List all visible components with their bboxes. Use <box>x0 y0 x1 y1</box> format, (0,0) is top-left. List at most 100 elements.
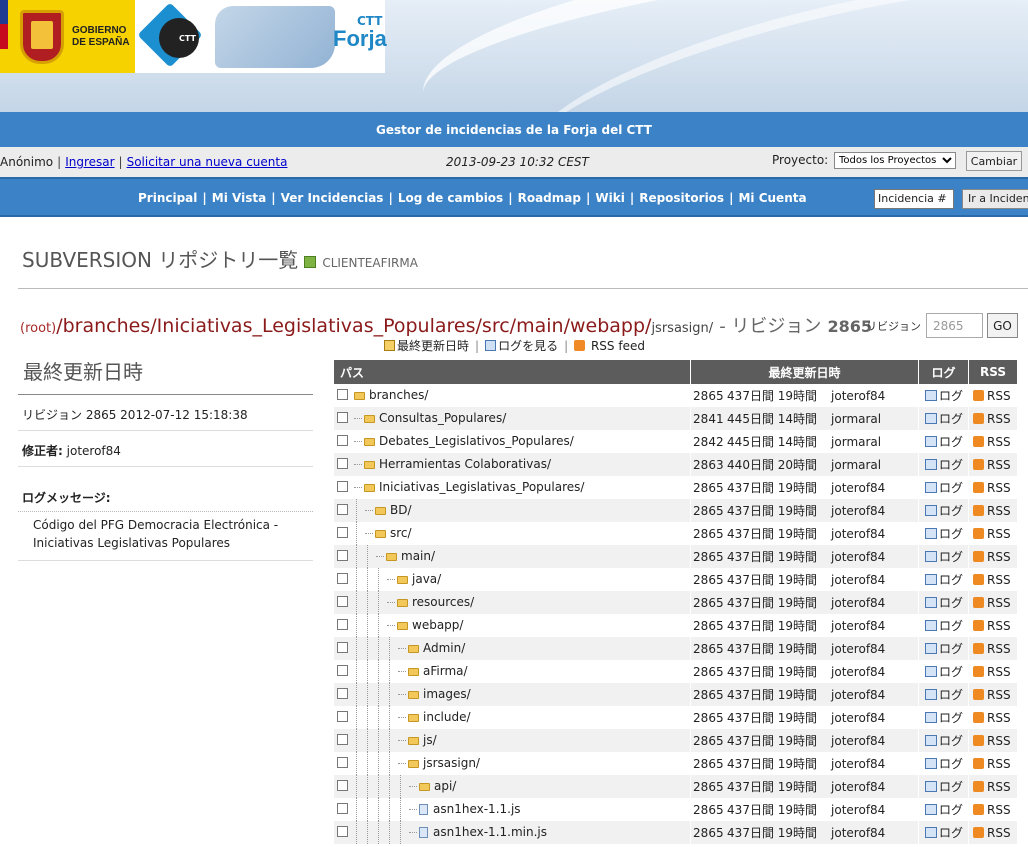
log-cell[interactable]: ログ <box>918 476 969 499</box>
row-checkbox[interactable] <box>337 412 348 423</box>
revision-link[interactable]: 2865 <box>693 826 727 840</box>
row-checkbox[interactable] <box>337 826 348 837</box>
revision-link[interactable]: 2865 <box>693 642 727 656</box>
log-cell[interactable]: ログ <box>918 591 969 614</box>
log-cell[interactable]: ログ <box>918 522 969 545</box>
nav-item-mi-cuenta[interactable]: Mi Cuenta <box>738 191 806 205</box>
path-link[interactable]: api/ <box>434 779 456 793</box>
revision-link[interactable]: 2865 <box>693 619 727 633</box>
path-link[interactable]: images/ <box>423 687 471 701</box>
rss-cell[interactable]: RSS <box>968 407 1019 430</box>
path-link[interactable]: resources/ <box>412 595 474 609</box>
last-modified-link[interactable]: 最終更新日時 <box>397 339 469 353</box>
revision-link[interactable]: 2865 <box>693 665 727 679</box>
revision-link[interactable]: 2865 <box>693 688 727 702</box>
rss-cell[interactable]: RSS <box>968 499 1019 522</box>
log-link[interactable]: ログ <box>939 504 963 518</box>
path-link[interactable]: Admin/ <box>423 641 465 655</box>
log-link[interactable]: ログ <box>939 665 963 679</box>
breadcrumb-webapp[interactable]: webapp <box>570 315 645 337</box>
log-link[interactable]: ログ <box>939 688 963 702</box>
rss-cell[interactable]: RSS <box>968 637 1019 660</box>
row-checkbox[interactable] <box>337 573 348 584</box>
log-cell[interactable]: ログ <box>918 821 969 844</box>
revision-link[interactable]: 2865 <box>693 481 727 495</box>
revision-link[interactable]: 2863 <box>693 458 727 472</box>
revision-link[interactable]: 2865 <box>693 780 727 794</box>
revision-link[interactable]: 2842 <box>693 435 727 449</box>
path-link[interactable]: src/ <box>390 526 412 540</box>
go-to-issue-button[interactable]: Ir a Incidencia <box>962 189 1028 209</box>
row-checkbox[interactable] <box>337 711 348 722</box>
nav-item-mi-vista[interactable]: Mi Vista <box>212 191 266 205</box>
rss-cell[interactable]: RSS <box>968 568 1019 591</box>
rss-cell[interactable]: RSS <box>968 706 1019 729</box>
path-link[interactable]: asn1hex-1.1.min.js <box>433 825 547 839</box>
revision-input[interactable]: 2865 <box>926 313 983 338</box>
rss-cell[interactable]: RSS <box>968 683 1019 706</box>
path-link[interactable]: Herramientas Colaborativas/ <box>379 457 551 471</box>
path-link[interactable]: BD/ <box>390 503 412 517</box>
log-link[interactable]: ログ <box>939 711 963 725</box>
row-checkbox[interactable] <box>337 481 348 492</box>
log-link[interactable]: ログ <box>939 550 963 564</box>
path-link[interactable]: main/ <box>401 549 435 563</box>
column-header-modified[interactable]: 最終更新日時 <box>690 360 919 384</box>
log-cell[interactable]: ログ <box>918 729 969 752</box>
rss-link[interactable]: RSS <box>987 642 1011 656</box>
path-link[interactable]: jsrsasign/ <box>423 756 480 770</box>
row-checkbox[interactable] <box>337 803 348 814</box>
log-link[interactable]: ログ <box>939 389 963 403</box>
path-link[interactable]: java/ <box>412 572 441 586</box>
rss-cell[interactable]: RSS <box>968 729 1019 752</box>
log-cell[interactable]: ログ <box>918 775 969 798</box>
revision-link[interactable]: 2865 <box>693 389 727 403</box>
government-logo[interactable]: GOBIERNO DE ESPAÑA <box>0 0 135 73</box>
rss-cell[interactable]: RSS <box>968 453 1019 476</box>
issue-number-input[interactable]: Incidencia # <box>874 189 954 209</box>
row-checkbox[interactable] <box>337 665 348 676</box>
breadcrumb-root[interactable]: (root) <box>20 321 56 336</box>
breadcrumb-branches[interactable]: branches <box>63 315 151 337</box>
revision-link[interactable]: 2865 <box>693 596 727 610</box>
row-checkbox[interactable] <box>337 435 348 446</box>
row-checkbox[interactable] <box>337 688 348 699</box>
log-link[interactable]: ログ <box>939 757 963 771</box>
rss-link[interactable]: RSS <box>987 734 1011 748</box>
change-project-button[interactable]: Cambiar <box>966 151 1022 171</box>
revision-link[interactable]: 2865 <box>693 527 727 541</box>
rss-link[interactable]: RSS <box>987 573 1011 587</box>
row-checkbox[interactable] <box>337 757 348 768</box>
rss-cell[interactable]: RSS <box>968 775 1019 798</box>
rss-cell[interactable]: RSS <box>968 522 1019 545</box>
rss-link[interactable]: RSS <box>987 826 1011 840</box>
rss-cell[interactable]: RSS <box>968 476 1019 499</box>
log-cell[interactable]: ログ <box>918 453 969 476</box>
log-link[interactable]: ログ <box>939 619 963 633</box>
log-cell[interactable]: ログ <box>918 384 969 407</box>
log-cell[interactable]: ログ <box>918 798 969 821</box>
path-link[interactable]: branches/ <box>369 388 428 402</box>
path-link[interactable]: webapp/ <box>412 618 463 632</box>
rss-link[interactable]: RSS <box>987 665 1011 679</box>
rss-cell[interactable]: RSS <box>968 798 1019 821</box>
row-checkbox[interactable] <box>337 550 348 561</box>
rss-link[interactable]: RSS <box>987 803 1011 817</box>
rss-cell[interactable]: RSS <box>968 545 1019 568</box>
revision-link[interactable]: 2841 <box>693 412 727 426</box>
log-link[interactable]: ログ <box>939 803 963 817</box>
rss-cell[interactable]: RSS <box>968 821 1019 844</box>
revision-link[interactable]: 2865 <box>693 573 727 587</box>
log-link[interactable]: ログ <box>939 780 963 794</box>
revision-link[interactable]: 2865 <box>693 504 727 518</box>
log-link[interactable]: ログ <box>939 527 963 541</box>
row-checkbox[interactable] <box>337 734 348 745</box>
nav-item-ver-incidencias[interactable]: Ver Incidencias <box>281 191 384 205</box>
row-checkbox[interactable] <box>337 596 348 607</box>
path-link[interactable]: Debates_Legislativos_Populares/ <box>379 434 574 448</box>
rss-feed-link[interactable]: RSS feed <box>591 339 645 353</box>
log-link[interactable]: ログ <box>939 596 963 610</box>
breadcrumb-main[interactable]: main <box>516 315 563 337</box>
project-select[interactable]: Todos los Proyectos <box>834 152 956 169</box>
rss-link[interactable]: RSS <box>987 527 1011 541</box>
